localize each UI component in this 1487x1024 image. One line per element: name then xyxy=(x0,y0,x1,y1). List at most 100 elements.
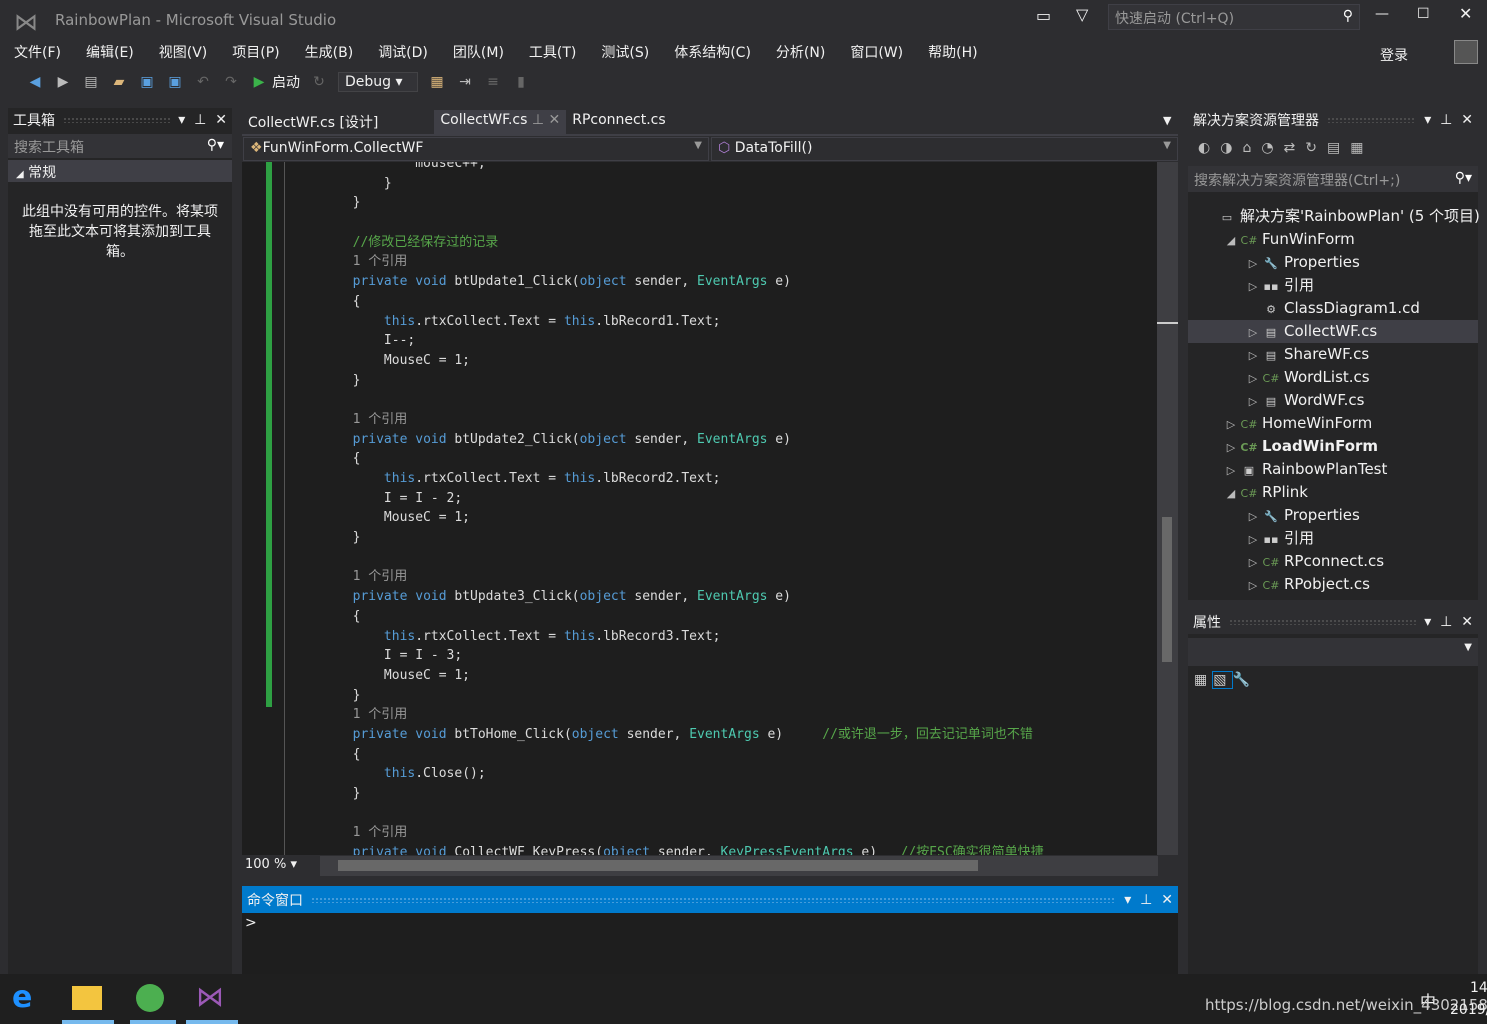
pin-icon[interactable]: ⊥ xyxy=(1440,614,1452,630)
alphabetical-icon[interactable]: ▧ xyxy=(1212,671,1234,689)
dropdown-icon[interactable]: ▾ xyxy=(1424,112,1431,128)
toolbox-group[interactable]: ◢ 常规 xyxy=(8,160,232,182)
zoom-select[interactable]: 100 % ▾ xyxy=(242,856,318,876)
expand-arrow-icon[interactable]: ▷ xyxy=(1244,367,1262,390)
find-in-files-icon[interactable]: ▦ xyxy=(428,73,446,91)
expand-arrow-icon[interactable]: ▷ xyxy=(1244,551,1262,574)
bookmark-icon[interactable]: ▮ xyxy=(512,73,530,91)
expand-arrow-icon[interactable]: ▷ xyxy=(1244,321,1262,344)
menu-item[interactable]: 调试(D) xyxy=(378,42,428,62)
member-nav-dropdown[interactable]: ⬡ DataToFill() ▼ xyxy=(711,137,1178,161)
collapse-arrow-icon[interactable]: ◢ xyxy=(1222,229,1240,252)
login-link[interactable]: 登录 xyxy=(1380,45,1408,65)
maximize-button[interactable]: ☐ xyxy=(1417,6,1430,22)
forward-icon[interactable]: ▶ xyxy=(54,73,72,91)
back-icon[interactable]: ◀ xyxy=(26,73,44,91)
restart-icon[interactable]: ↻ xyxy=(310,73,328,91)
start-icon[interactable]: ▶ xyxy=(250,73,268,91)
tree-item[interactable]: ◢ C# FunWinForm xyxy=(1188,228,1478,251)
tab-2[interactable]: RPconnect.cs xyxy=(566,110,671,134)
solution-search-input[interactable]: 搜索解决方案资源管理器(Ctrl+;) ⚲▾ xyxy=(1188,166,1478,192)
pin-icon[interactable]: ⊥ xyxy=(1440,112,1452,128)
tree-item[interactable]: ▷ ▤ WordWF.cs xyxy=(1188,389,1478,412)
tab-pin-close-icon[interactable]: ⊥ ✕ xyxy=(527,112,560,128)
menu-item[interactable]: 编辑(E) xyxy=(86,42,134,62)
close-button[interactable]: ✕ xyxy=(1459,4,1472,23)
start-button[interactable]: 启动 xyxy=(272,72,300,92)
edge-icon[interactable]: e xyxy=(12,980,32,1015)
expand-arrow-icon[interactable]: ▷ xyxy=(1244,390,1262,413)
tree-item[interactable]: ▭ 解决方案'RainbowPlan' (5 个项目) xyxy=(1188,205,1480,228)
tab-overflow-icon[interactable]: ▼ xyxy=(1163,114,1171,127)
back-icon[interactable]: ◐ xyxy=(1198,140,1220,156)
dropdown-icon[interactable]: ▾ xyxy=(178,112,185,128)
tree-item[interactable]: ▷ ▤ ShareWF.cs xyxy=(1188,343,1478,366)
show-all-files-icon[interactable]: ▦ xyxy=(1350,140,1373,156)
feedback-icon[interactable]: ▭ xyxy=(1036,6,1051,25)
close-icon[interactable]: ✕ xyxy=(215,112,227,128)
home-icon[interactable]: ⌂ xyxy=(1242,140,1261,156)
menu-item[interactable]: 工具(T) xyxy=(529,42,576,62)
indent-icon[interactable]: ⇥ xyxy=(456,73,474,91)
clock-time[interactable]: 14 xyxy=(1470,980,1487,996)
tab-0[interactable]: CollectWF.cs [设计] xyxy=(242,110,384,134)
refresh-icon[interactable]: ↻ xyxy=(1305,140,1327,156)
property-pages-icon[interactable]: 🔧 xyxy=(1232,672,1255,688)
tree-item[interactable]: ▷ ▤ CollectWF.cs xyxy=(1188,320,1478,343)
tree-item[interactable]: ▷ 🔧 Properties xyxy=(1188,504,1478,527)
filter-icon[interactable]: ▽ xyxy=(1076,5,1088,24)
expand-arrow-icon[interactable]: ▷ xyxy=(1244,344,1262,367)
menu-item[interactable]: 窗口(W) xyxy=(850,42,903,62)
file-explorer-icon[interactable] xyxy=(72,986,102,1010)
tree-item[interactable]: ◢ C# RPlink xyxy=(1188,481,1478,504)
expand-arrow-icon[interactable]: ▷ xyxy=(1222,459,1240,482)
categorized-icon[interactable]: ▦ xyxy=(1194,672,1213,688)
object-select[interactable]: ▼ xyxy=(1188,638,1478,666)
menu-item[interactable]: 文件(F) xyxy=(14,42,61,62)
code-text[interactable]: mouseC++; } } //修改已经保存过的记录 1 个引用 private… xyxy=(290,162,1044,855)
expand-arrow-icon[interactable]: ▷ xyxy=(1244,275,1262,298)
undo-icon[interactable]: ↶ xyxy=(194,73,212,91)
close-icon[interactable]: ✕ xyxy=(1161,892,1173,908)
pin-icon[interactable]: ⊥ xyxy=(1140,892,1152,908)
clock-date[interactable]: 2019/ xyxy=(1450,1002,1487,1018)
menu-item[interactable]: 体系结构(C) xyxy=(674,42,751,62)
pending-changes-icon[interactable]: ◔ xyxy=(1261,140,1283,156)
tree-item[interactable]: ▷ C# LoadWinForm xyxy=(1188,435,1478,458)
account-avatar[interactable] xyxy=(1454,40,1478,64)
pin-icon[interactable]: ⊥ xyxy=(194,112,206,128)
forward-icon[interactable]: ◑ xyxy=(1220,140,1242,156)
dropdown-icon[interactable]: ▾ xyxy=(1124,892,1131,908)
expand-arrow-icon[interactable]: ▷ xyxy=(1244,252,1262,275)
configuration-select[interactable]: Debug ▾ xyxy=(338,72,418,92)
tree-item[interactable]: ⚙ ClassDiagram1.cd xyxy=(1188,297,1478,320)
tree-item[interactable]: ▷ C# WordList.cs xyxy=(1188,366,1478,389)
sync-icon[interactable]: ⇄ xyxy=(1284,140,1306,156)
tree-item[interactable]: ▷ C# HomeWinForm xyxy=(1188,412,1478,435)
tree-item[interactable]: ▷ ▣ RainbowPlanTest xyxy=(1188,458,1478,481)
minimize-button[interactable]: — xyxy=(1375,6,1389,22)
class-nav-dropdown[interactable]: ❖FunWinForm.CollectWF ▼ xyxy=(243,137,709,161)
tree-item[interactable]: ▷ ▪▪ 引用 xyxy=(1188,274,1478,297)
open-file-icon[interactable]: ▰ xyxy=(110,73,128,91)
dropdown-icon[interactable]: ▾ xyxy=(1424,614,1431,630)
close-icon[interactable]: ✕ xyxy=(1461,614,1473,630)
expand-arrow-icon[interactable]: ▷ xyxy=(1244,528,1262,551)
toolbox-search-input[interactable]: 搜索工具箱 ⚲▾ xyxy=(8,134,232,158)
visual-studio-icon[interactable]: ⋈ xyxy=(196,980,224,1013)
collapse-arrow-icon[interactable]: ◢ xyxy=(1222,482,1240,505)
command-window-input[interactable]: > xyxy=(242,913,1178,974)
menu-item[interactable]: 生成(B) xyxy=(305,42,354,62)
tree-item[interactable]: ▷ C# RPobject.cs xyxy=(1188,573,1478,596)
browser-icon[interactable] xyxy=(136,984,164,1012)
tree-item[interactable]: ▷ ▪▪ 引用 xyxy=(1188,527,1478,550)
menu-item[interactable]: 团队(M) xyxy=(453,42,504,62)
menu-item[interactable]: 项目(P) xyxy=(232,42,279,62)
vertical-scrollbar[interactable] xyxy=(1157,162,1178,855)
horizontal-scrollbar[interactable] xyxy=(320,856,1158,876)
new-project-icon[interactable]: ▤ xyxy=(82,73,100,91)
tree-item[interactable]: ▷ 🔧 Properties xyxy=(1188,251,1478,274)
tree-item[interactable]: ▷ C# RPconnect.cs xyxy=(1188,550,1478,573)
menu-item[interactable]: 分析(N) xyxy=(776,42,825,62)
expand-arrow-icon[interactable]: ▷ xyxy=(1244,505,1262,528)
